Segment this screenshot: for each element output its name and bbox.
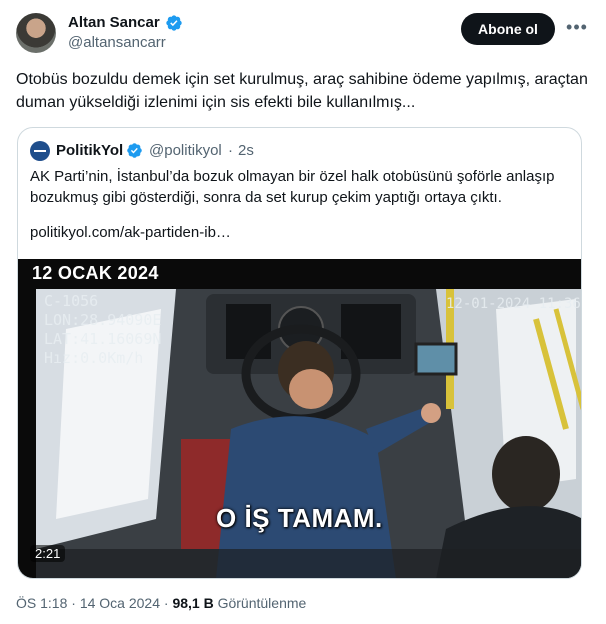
hud-datetime: 12-01-2024 11:36:1 [446,296,581,312]
tweet-metadata: ÖS 1:18 · 14 Oca 2024 · 98,1 B Görüntüle… [16,595,306,611]
hud-line: Hız:0.0Km/h [44,349,144,367]
quoted-avatar[interactable] [30,141,50,161]
quoted-timestamp[interactable]: 2s [238,142,254,159]
separator-dot: · [163,595,169,611]
quoted-tweet[interactable]: PolitikYol @politikyol · 2s AK Parti’nin… [17,127,582,579]
author-avatar[interactable] [16,13,56,53]
separator-dot: · [228,142,233,159]
follow-button[interactable]: Abone ol [461,13,555,45]
quoted-link[interactable]: politikyol.com/ak-partiden-ib… [30,224,231,241]
video-player[interactable]: 12 OCAK 2024 C-1056 LON:28.94090E LAT:41… [18,259,581,578]
tweet-date[interactable]: 14 Oca 2024 [80,595,160,611]
separator-dot: · [71,595,76,611]
quoted-author-name[interactable]: PolitikYol [56,142,123,159]
video-subtitle: O İŞ TAMAM. [216,503,383,533]
hud-line: C-1056 [44,292,99,310]
tweet-header: Altan Sancar @altansancarr Abone ol ••• [16,10,590,54]
verified-badge-icon [127,143,142,158]
quoted-author-handle[interactable]: @politikyol [149,142,222,159]
tweet-time[interactable]: ÖS 1:18 [16,595,67,611]
views-label: Görüntülenme [217,595,307,611]
author-handle[interactable]: @altansancarr [68,34,166,51]
hud-line: LON:28.94090E [44,311,162,329]
video-date-banner: 12 OCAK 2024 [32,263,159,283]
tweet-text: Otobüs bozuldu demek için set kurulmuş, … [16,71,588,111]
views-count: 98,1 B [172,595,214,611]
quoted-tweet-text: AK Parti’nin, İstanbul’da bozuk olmayan … [30,168,555,206]
video-duration: 2:21 [30,545,66,562]
hud-line: LAT:41.16069N [44,330,162,348]
more-horizontal-icon[interactable]: ••• [565,18,589,40]
verified-badge-icon [166,15,182,31]
author-name[interactable]: Altan Sancar [68,14,160,31]
video-hud-overlay: C-1056 LON:28.94090E LAT:41.16069N Hız:0… [44,292,161,368]
